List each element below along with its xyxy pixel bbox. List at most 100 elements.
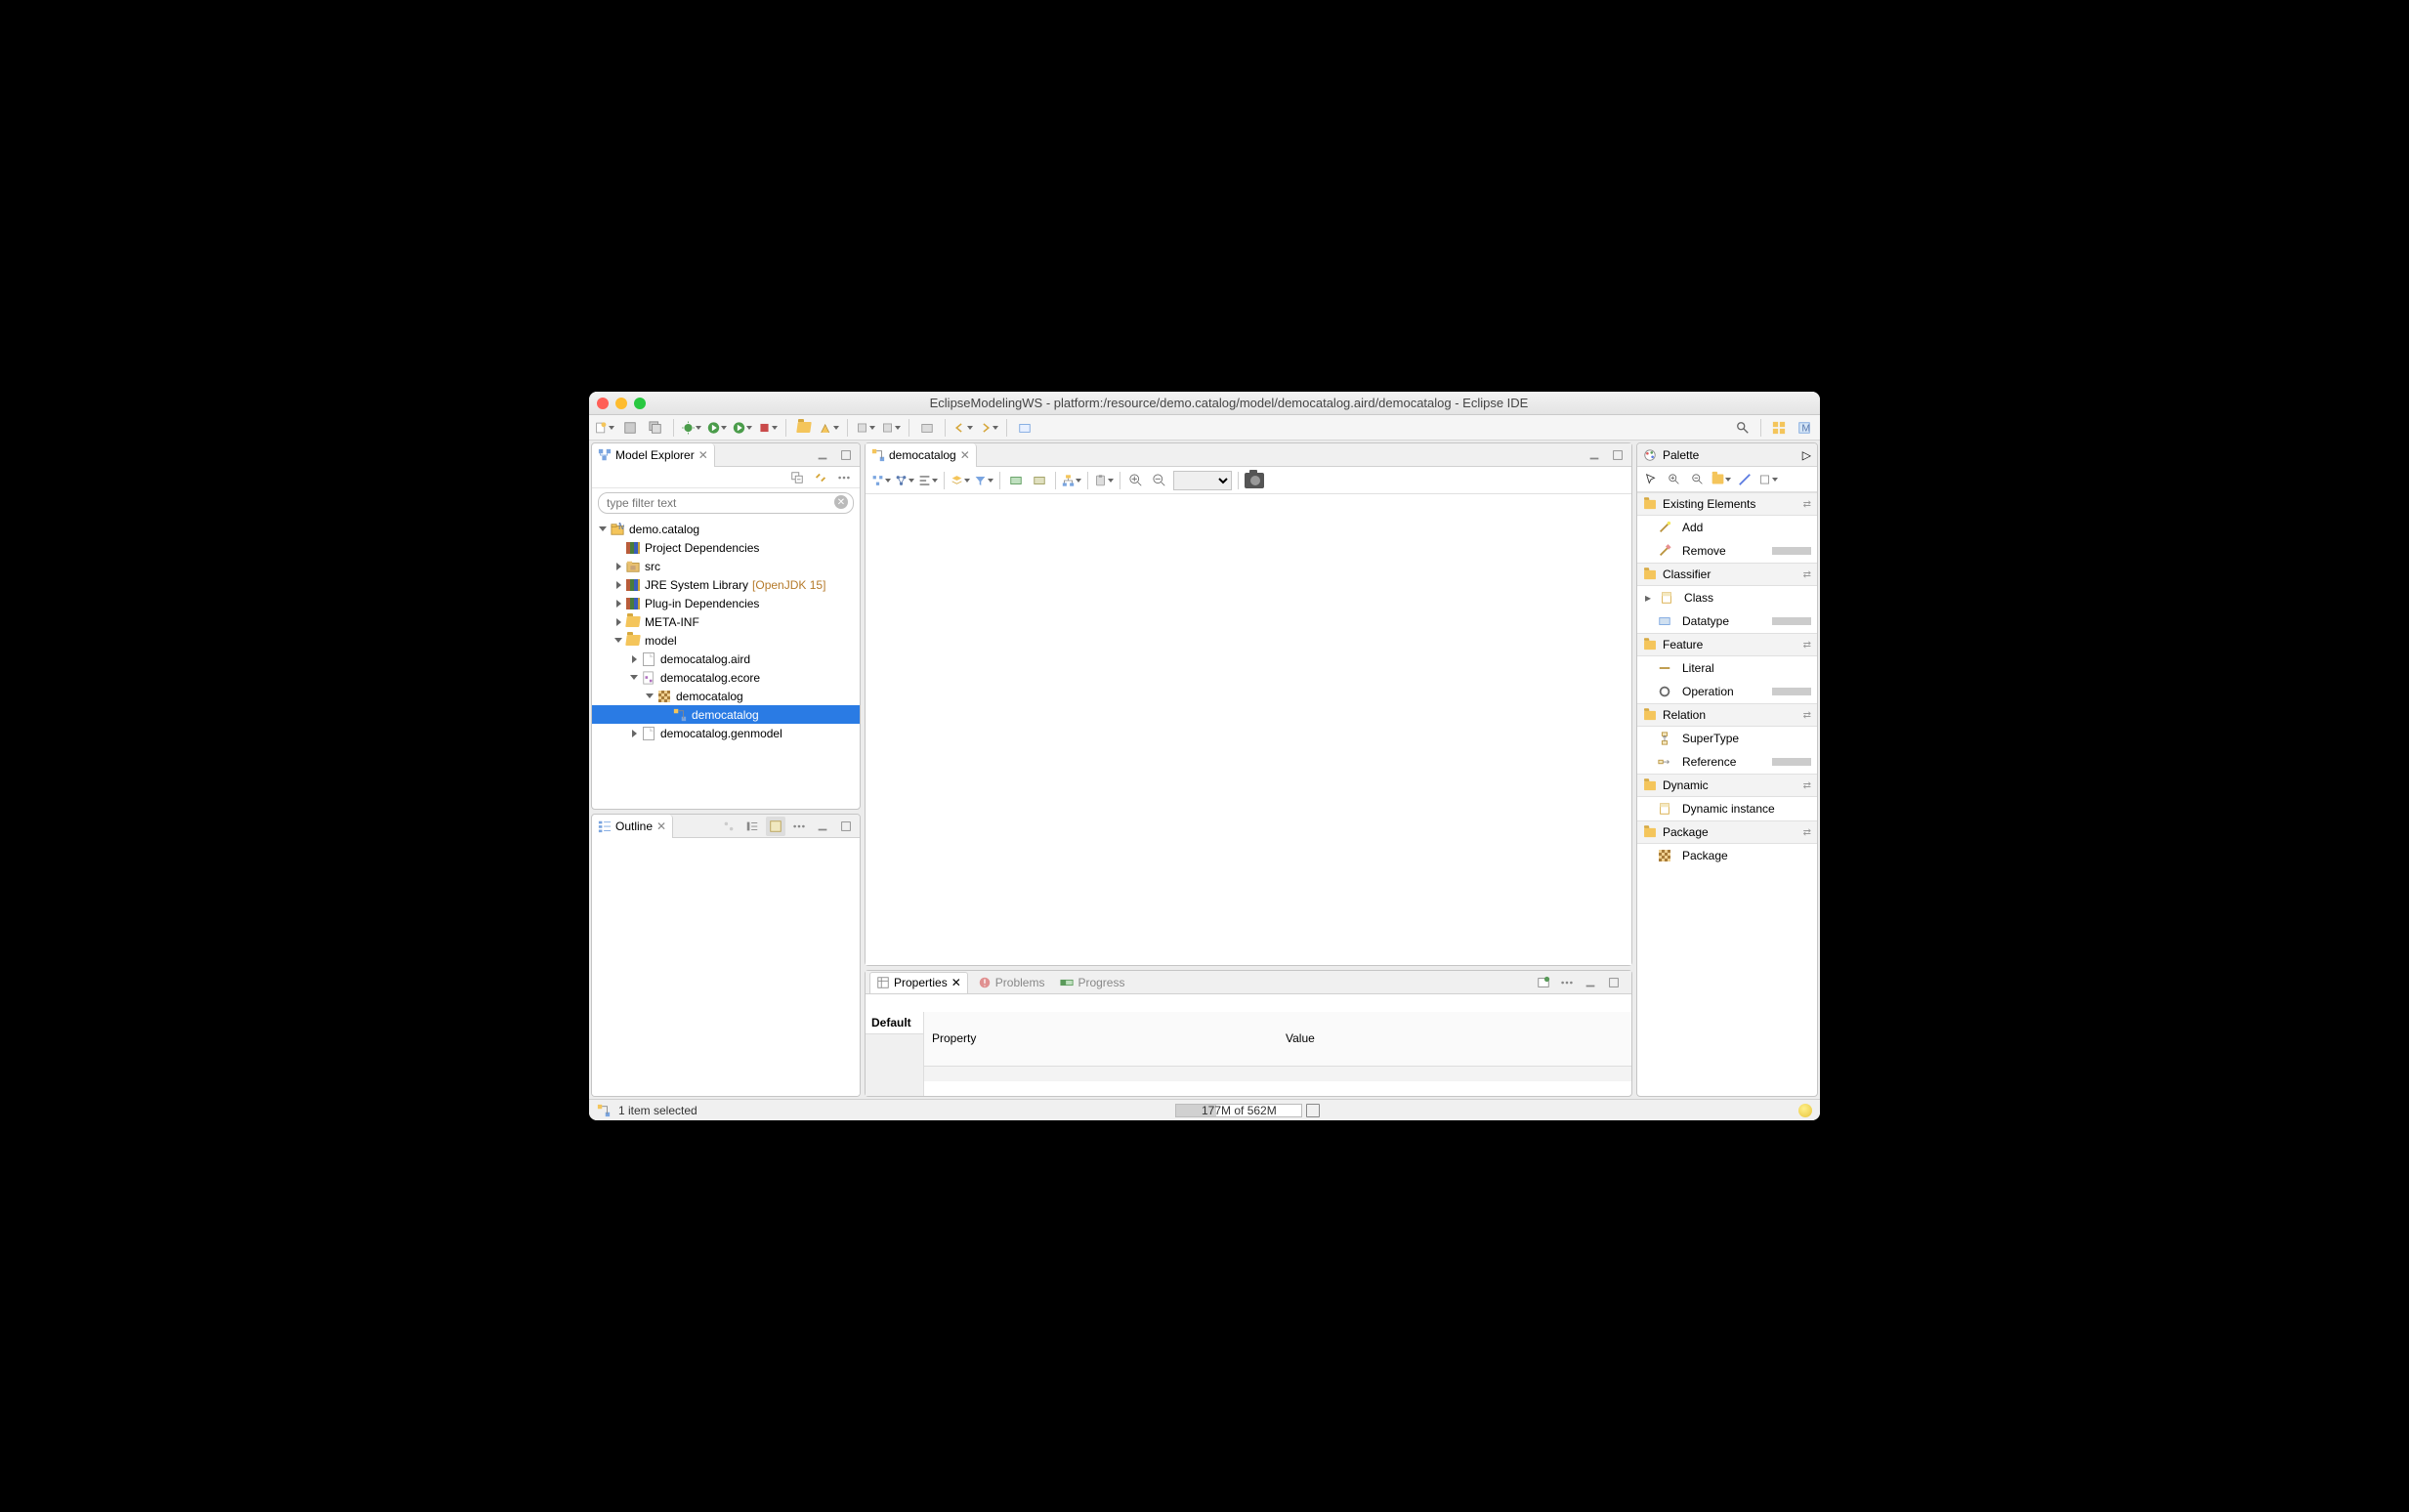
tree-node[interactable]: Plug-in Dependencies — [592, 594, 860, 612]
palette-section[interactable]: Relation⇄ — [1637, 703, 1817, 727]
explorer-tree[interactable]: Mdemo.catalogProject DependenciessrcJRE … — [592, 518, 860, 809]
zoom-out-button[interactable] — [1150, 471, 1169, 490]
tree-node[interactable]: model — [592, 631, 860, 650]
run-button[interactable] — [707, 418, 727, 438]
tree-node[interactable]: democatalog.genmodel — [592, 724, 860, 742]
pin-editor-button[interactable] — [1015, 418, 1035, 438]
minimize-window-button[interactable] — [615, 398, 627, 409]
palette-item[interactable]: Dynamic instance — [1637, 797, 1817, 820]
generic-tool[interactable] — [1735, 470, 1754, 489]
close-tab-icon[interactable]: ✕ — [698, 448, 708, 462]
maximize-window-button[interactable] — [634, 398, 646, 409]
properties-categories[interactable]: Default — [866, 1012, 924, 1096]
close-tab-icon[interactable]: ✕ — [960, 448, 970, 462]
show-categories-button[interactable] — [1534, 973, 1553, 992]
outline-mode3-button[interactable] — [766, 817, 785, 836]
collapse-all-button[interactable] — [787, 468, 807, 487]
close-tab-icon[interactable]: ✕ — [951, 976, 961, 989]
palette-section[interactable]: Feature⇄ — [1637, 633, 1817, 656]
select-button[interactable] — [895, 471, 914, 490]
palette-section[interactable]: Package⇄ — [1637, 820, 1817, 844]
link-editor-button[interactable] — [811, 468, 830, 487]
palette-item[interactable]: Reference — [1637, 750, 1817, 774]
tree-node[interactable]: democatalog.ecore — [592, 668, 860, 687]
maximize-pane-button[interactable] — [1608, 445, 1627, 465]
view-menu-button[interactable] — [1557, 973, 1577, 992]
pin-icon[interactable]: ⇄ — [1803, 780, 1811, 791]
pin-button[interactable] — [1030, 471, 1049, 490]
zoom-in-tool[interactable] — [1665, 470, 1684, 489]
new-emf-button[interactable] — [917, 418, 937, 438]
minimize-pane-button[interactable] — [1585, 445, 1604, 465]
minimize-pane-button[interactable] — [1581, 973, 1600, 992]
new-wizard-button[interactable] — [856, 418, 875, 438]
maximize-pane-button[interactable] — [1604, 973, 1624, 992]
debug-button[interactable] — [682, 418, 701, 438]
close-window-button[interactable] — [597, 398, 609, 409]
palette-item[interactable]: Remove — [1637, 539, 1817, 563]
tree-node[interactable]: democatalog.aird — [592, 650, 860, 668]
align-button[interactable] — [918, 471, 938, 490]
filter-input[interactable] — [598, 492, 854, 514]
zoom-in-button[interactable] — [1126, 471, 1146, 490]
maximize-pane-button[interactable] — [836, 445, 856, 465]
zoom-field[interactable] — [1173, 471, 1232, 490]
maximize-pane-button[interactable] — [836, 817, 856, 836]
modeling-perspective-button[interactable]: M — [1795, 418, 1814, 438]
outline-mode1-button[interactable] — [719, 817, 739, 836]
tip-button[interactable] — [1798, 1104, 1812, 1117]
hierarchy-button[interactable] — [1062, 471, 1081, 490]
zoom-out-tool[interactable] — [1688, 470, 1708, 489]
minimize-pane-button[interactable] — [813, 445, 832, 465]
outline-tab[interactable]: Outline ✕ — [592, 815, 673, 838]
select-tool[interactable] — [1641, 470, 1661, 489]
search-icon[interactable] — [1733, 418, 1753, 438]
pin-icon[interactable]: ⇄ — [1803, 827, 1811, 838]
palette-header[interactable]: Palette ▷ — [1637, 443, 1817, 467]
palette-collapse-button[interactable]: ▷ — [1802, 448, 1811, 462]
tree-node[interactable]: JRE System Library[OpenJDK 15] — [592, 575, 860, 594]
export-image-button[interactable] — [1245, 471, 1264, 490]
pin-icon[interactable]: ⇄ — [1803, 499, 1811, 510]
note-tool[interactable] — [1712, 470, 1731, 489]
filter-button[interactable] — [974, 471, 993, 490]
memory-monitor[interactable]: 177M of 562M — [1175, 1104, 1320, 1117]
perspective-button[interactable] — [1769, 418, 1789, 438]
pin-icon[interactable]: ⇄ — [1803, 710, 1811, 721]
palette-section[interactable]: Classifier⇄ — [1637, 563, 1817, 586]
new-button[interactable] — [595, 418, 614, 438]
forward-button[interactable] — [979, 418, 998, 438]
palette-item[interactable]: Operation — [1637, 680, 1817, 703]
palette-item[interactable]: Add — [1637, 516, 1817, 539]
model-explorer-tab[interactable]: Model Explorer ✕ — [592, 443, 715, 467]
tree-node[interactable]: democatalog — [592, 687, 860, 705]
palette-item[interactable]: Literal — [1637, 656, 1817, 680]
progress-tab[interactable]: Progress — [1054, 972, 1130, 993]
gc-button[interactable] — [1306, 1104, 1320, 1117]
layers-button[interactable] — [951, 471, 970, 490]
outline-mode2-button[interactable] — [742, 817, 762, 836]
category-default[interactable]: Default — [866, 1012, 923, 1034]
problems-tab[interactable]: Problems — [972, 972, 1051, 993]
tree-node[interactable]: META-INF — [592, 612, 860, 631]
new-wizard2-button[interactable] — [881, 418, 901, 438]
close-tab-icon[interactable]: ✕ — [656, 819, 666, 833]
palette-item[interactable]: Package — [1637, 844, 1817, 867]
tree-node[interactable]: src — [592, 557, 860, 575]
run-last-button[interactable] — [733, 418, 752, 438]
clear-filter-button[interactable]: ✕ — [834, 495, 848, 509]
properties-table[interactable]: PropertyValue — [924, 1012, 1631, 1096]
view-menu-button[interactable] — [834, 468, 854, 487]
pin-icon[interactable]: ⇄ — [1803, 569, 1811, 580]
external-tools-button[interactable] — [758, 418, 778, 438]
open-type-button[interactable] — [794, 418, 814, 438]
tree-node[interactable]: Project Dependencies — [592, 538, 860, 557]
column-value[interactable]: Value — [1278, 1012, 1631, 1066]
tree-node[interactable]: Mdemo.catalog — [592, 520, 860, 538]
diagram-canvas[interactable] — [866, 494, 1631, 965]
minimize-pane-button[interactable] — [813, 817, 832, 836]
palette-item[interactable]: ▸Class — [1637, 586, 1817, 609]
paste-button[interactable] — [1094, 471, 1114, 490]
note-attach-tool[interactable] — [1758, 470, 1778, 489]
properties-tab[interactable]: Properties ✕ — [869, 972, 968, 993]
